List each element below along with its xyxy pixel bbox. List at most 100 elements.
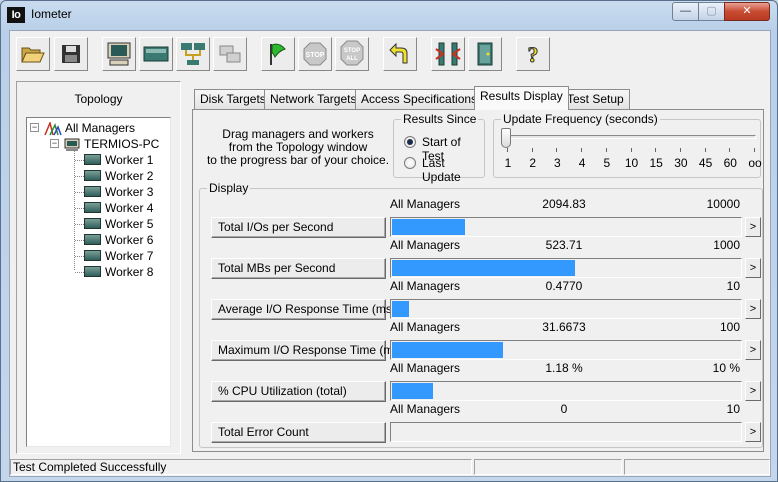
disk-worker-icon [84, 250, 101, 262]
metric-progress-bar[interactable] [390, 299, 742, 319]
tree-item-worker[interactable]: Worker 5 [84, 216, 153, 232]
metric-select-button[interactable]: Total I/Os per Second [211, 217, 386, 238]
tree-item-all-managers[interactable]: All Managers [43, 120, 135, 136]
tree-manager-label: TERMIOS-PC [84, 137, 160, 151]
update-frequency-slider-track[interactable] [506, 135, 756, 139]
minimize-button[interactable]: — [672, 2, 699, 21]
update-frequency-slider-thumb[interactable] [501, 128, 511, 148]
slider-tick-label: 2 [529, 156, 537, 170]
status-pane-3 [624, 459, 770, 475]
window-title: Iometer [31, 7, 72, 21]
tree-item-worker[interactable]: Worker 3 [84, 184, 153, 200]
topology-title: Topology [74, 92, 123, 106]
metric-progress-bar[interactable] [390, 381, 742, 401]
duplicate-worker-button[interactable] [213, 37, 247, 71]
metric-select-button[interactable]: Total MBs per Second [211, 258, 386, 279]
maximize-button[interactable]: ▢ [698, 2, 725, 21]
start-of-test-radio[interactable] [404, 136, 416, 148]
stop-label: STOP [306, 52, 325, 59]
tab-access-specifications[interactable]: Access Specifications [355, 89, 484, 109]
metric-max: 10 [726, 402, 740, 416]
tab-results-display[interactable]: Results Display [474, 86, 569, 110]
drag-instructions: Drag managers and workers from the Topol… [206, 127, 390, 167]
exit-managers-button[interactable] [431, 37, 465, 71]
expander-collapse-icon[interactable]: − [30, 123, 39, 132]
metric-progress-bar[interactable] [390, 258, 742, 278]
slider-tick [556, 148, 558, 152]
metric-value: 0 [560, 402, 568, 416]
reset-arrow-icon [389, 42, 408, 64]
metric-select-button[interactable]: Average I/O Response Time (ms) [211, 299, 396, 320]
tab-disk-targets[interactable]: Disk Targets [194, 89, 272, 109]
display-group: Display All Managers 2094.83 10000 Total I/… [199, 181, 763, 448]
slider-tick-label: 30 [674, 156, 688, 170]
metric-select-button[interactable]: Maximum I/O Response Time (ms) [211, 340, 403, 361]
disk-worker-icon [84, 170, 101, 182]
iometer-window: Io Iometer — ▢ ✕ STOP STOP ALL ? Topolog… [0, 0, 778, 482]
slider-tick-label: 45 [698, 156, 713, 170]
expander-collapse-icon[interactable]: − [50, 139, 59, 148]
stop-all-button[interactable]: STOP ALL [335, 37, 369, 71]
tree-root-label: All Managers [65, 121, 136, 135]
metric-more-button[interactable]: > [745, 217, 761, 237]
tree-worker-label: Worker 1 [105, 153, 154, 167]
topology-tree[interactable]: − All Managers − TERMIOS-PC Worker 1 Work… [26, 117, 171, 447]
tab-network-targets[interactable]: Network Targets [264, 89, 363, 109]
new-disk-worker-button[interactable] [139, 37, 173, 71]
metric-progress-fill [392, 342, 503, 358]
metric-value: 2094.83 [542, 197, 586, 211]
metric-select-button[interactable]: % CPU Utilization (total) [211, 381, 386, 402]
open-config-button[interactable] [16, 37, 50, 71]
slider-tick [729, 148, 731, 152]
metric-more-button[interactable]: > [745, 340, 761, 360]
green-flag-icon [270, 43, 286, 65]
show-results-button[interactable] [102, 37, 136, 71]
tree-item-worker[interactable]: Worker 2 [84, 168, 153, 184]
title-bar[interactable]: Io Iometer — ▢ ✕ [1, 1, 777, 29]
metric-more-button[interactable]: > [745, 299, 761, 319]
metric-source-label: All Managers [390, 238, 461, 252]
metric-more-button[interactable]: > [745, 422, 761, 442]
metric-progress-bar[interactable] [390, 217, 742, 237]
save-config-button[interactable] [54, 37, 88, 71]
metric-more-button[interactable]: > [745, 258, 761, 278]
slider-tick [507, 148, 508, 152]
slider-tick-label: 4 [578, 156, 586, 170]
start-tests-button[interactable] [261, 37, 295, 71]
stop-test-button[interactable]: STOP [298, 37, 332, 71]
last-update-label[interactable]: Last Update [422, 156, 484, 184]
results-display-panel: Drag managers and workers from the Topol… [192, 109, 764, 452]
metric-more-button[interactable]: > [745, 381, 761, 401]
computer-icon [64, 138, 80, 151]
stop-sign-icon: STOP [303, 42, 327, 66]
last-update-radio[interactable] [404, 157, 416, 169]
tree-item-worker[interactable]: Worker 8 [84, 264, 153, 280]
tree-item-manager[interactable]: TERMIOS-PC [63, 136, 159, 152]
tree-item-worker[interactable]: Worker 4 [84, 200, 153, 216]
tree-worker-label: Worker 7 [105, 249, 154, 263]
tree-item-worker[interactable]: Worker 6 [84, 232, 153, 248]
reset-workers-button[interactable] [383, 37, 417, 71]
help-label: ? [528, 42, 539, 67]
slider-tick-label: 5 [603, 156, 611, 170]
tab-test-setup[interactable]: Test Setup [561, 89, 630, 109]
new-network-worker-button[interactable] [176, 37, 210, 71]
update-frequency-group: Update Frequency (seconds) 1 2 3 4 5 10 15 30 45… [493, 112, 762, 178]
disk-worker-icon [84, 186, 101, 198]
status-bar: Test Completed Successfully [10, 458, 770, 476]
tree-worker-label: Worker 4 [105, 201, 154, 215]
slider-tick-label: 15 [649, 156, 663, 170]
tree-item-worker[interactable]: Worker 7 [84, 248, 153, 264]
metric-progress-bar[interactable] [390, 422, 742, 442]
close-button[interactable]: ✕ [724, 2, 770, 21]
results-since-label: Results Since [401, 112, 479, 126]
metric-progress-bar[interactable] [390, 340, 742, 360]
tree-item-worker[interactable]: Worker 1 [84, 152, 153, 168]
help-button[interactable]: ? [516, 37, 550, 71]
disk-worker-icon [84, 218, 101, 230]
quit-button[interactable] [468, 37, 502, 71]
tree-worker-label: Worker 6 [105, 233, 154, 247]
metric-select-button[interactable]: Total Error Count [211, 422, 386, 443]
disconnect-icon [435, 42, 461, 66]
disk-worker-icon [84, 154, 101, 166]
